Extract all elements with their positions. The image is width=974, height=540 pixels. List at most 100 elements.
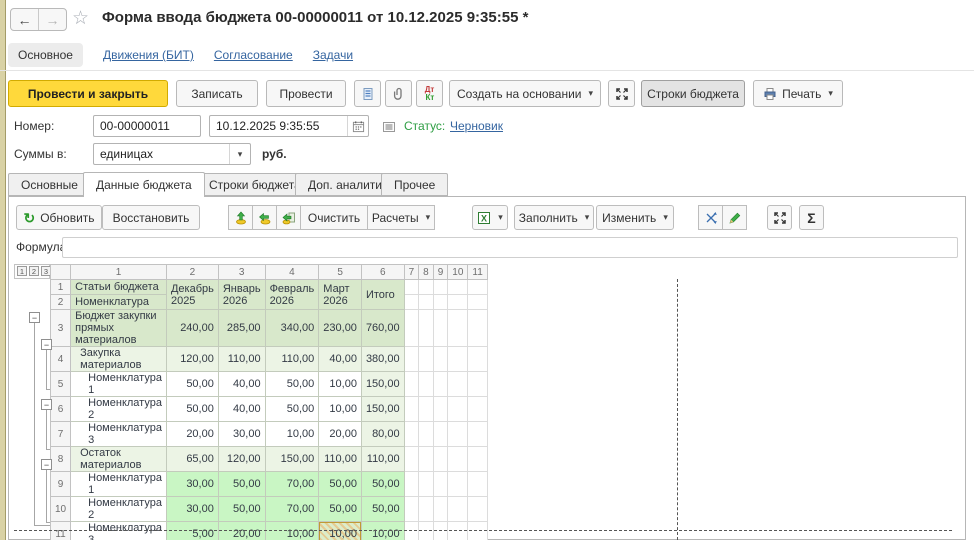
empty-cell[interactable]: [448, 347, 468, 372]
print-button[interactable]: Печать▾: [753, 80, 843, 107]
back-icon[interactable]: ←: [11, 9, 38, 30]
report-structure-button[interactable]: [354, 80, 381, 107]
empty-cell[interactable]: [404, 397, 419, 422]
clear-button[interactable]: Очистить: [300, 205, 368, 230]
grid-cell[interactable]: 110,00: [265, 347, 319, 372]
empty-cell[interactable]: [404, 447, 419, 472]
empty-cell[interactable]: [433, 347, 448, 372]
collapse-group-button[interactable]: −: [41, 339, 52, 350]
row-number-cell[interactable]: 2: [51, 295, 71, 310]
empty-cell[interactable]: [419, 497, 434, 522]
grid-cell[interactable]: 50,00: [265, 372, 319, 397]
tab-other[interactable]: Прочее: [381, 173, 448, 196]
date-field[interactable]: 10.12.2025 9:35:55: [209, 115, 369, 137]
month-header-cell[interactable]: Март 2026: [319, 280, 362, 310]
grid-cell[interactable]: 10,00: [319, 397, 362, 422]
month-header-cell[interactable]: Итого: [361, 280, 404, 310]
row-label-cell[interactable]: Номенклатура 2: [71, 497, 167, 522]
post-and-close-button[interactable]: Провести и закрыть: [8, 80, 168, 107]
empty-cell[interactable]: [448, 422, 468, 447]
empty-cell[interactable]: [433, 310, 448, 347]
month-header-cell[interactable]: Январь 2026: [218, 280, 265, 310]
empty-cell[interactable]: [468, 422, 487, 447]
refresh-button[interactable]: ↻Обновить: [16, 205, 102, 230]
grid-cell[interactable]: 70,00: [265, 472, 319, 497]
nav-tab-tasks[interactable]: Задачи: [313, 48, 353, 62]
fill-button[interactable]: Заполнить▾: [514, 205, 594, 230]
empty-cell[interactable]: [433, 295, 448, 310]
grid-cell[interactable]: 760,00: [361, 310, 404, 347]
empty-cell[interactable]: [448, 280, 468, 295]
grid-cell[interactable]: 340,00: [265, 310, 319, 347]
tab-budget-data[interactable]: Данные бюджета: [83, 172, 205, 197]
col-header-cell[interactable]: 3: [218, 265, 265, 280]
empty-cell[interactable]: [448, 472, 468, 497]
grid-cell[interactable]: 65,00: [166, 447, 218, 472]
sums-unit-select[interactable]: единицах ▾: [93, 143, 251, 165]
nav-tab-movements[interactable]: Движения (БИТ): [103, 48, 194, 62]
grid-cell[interactable]: 110,00: [361, 447, 404, 472]
grid-cell[interactable]: 50,00: [319, 472, 362, 497]
sum-button[interactable]: Σ: [799, 205, 824, 230]
grid-cell[interactable]: 50,00: [218, 472, 265, 497]
empty-cell[interactable]: [419, 447, 434, 472]
row-label-cell[interactable]: Закупка материалов: [71, 347, 167, 372]
grid-cell[interactable]: 230,00: [319, 310, 362, 347]
grid-cell[interactable]: 30,00: [166, 497, 218, 522]
corner-cell[interactable]: [51, 265, 71, 280]
forward-icon[interactable]: →: [38, 9, 66, 30]
group-level-button[interactable]: 1: [17, 266, 27, 276]
empty-cell[interactable]: [404, 280, 419, 295]
grid-cell[interactable]: 20,00: [319, 422, 362, 447]
empty-cell[interactable]: [433, 280, 448, 295]
empty-cell[interactable]: [468, 497, 487, 522]
grid-cell[interactable]: 285,00: [218, 310, 265, 347]
row-label-cell[interactable]: Номенклатура 1: [71, 472, 167, 497]
grid-cell[interactable]: 10,00: [319, 372, 362, 397]
col-header-cell[interactable]: 4: [265, 265, 319, 280]
row-number-cell[interactable]: 1: [51, 280, 71, 295]
grid-cell[interactable]: 150,00: [361, 397, 404, 422]
empty-cell[interactable]: [448, 497, 468, 522]
empty-cell[interactable]: [404, 372, 419, 397]
grid-cell[interactable]: 50,00: [265, 397, 319, 422]
restore-button[interactable]: Восстановить: [102, 205, 200, 230]
grid-cell[interactable]: 40,00: [218, 372, 265, 397]
empty-cell[interactable]: [404, 310, 419, 347]
grid-cell[interactable]: 50,00: [319, 497, 362, 522]
empty-cell[interactable]: [433, 497, 448, 522]
empty-cell[interactable]: [433, 472, 448, 497]
create-based-on-button[interactable]: Создать на основании▾: [449, 80, 601, 107]
grid-cell[interactable]: 30,00: [166, 472, 218, 497]
excel-export-button[interactable]: X ▾: [472, 205, 508, 230]
empty-cell[interactable]: [468, 310, 487, 347]
status-value-link[interactable]: Черновик: [450, 119, 503, 133]
row-label-cell[interactable]: Остаток материалов: [71, 447, 167, 472]
grid-cell[interactable]: 40,00: [218, 397, 265, 422]
grid-cell[interactable]: 380,00: [361, 347, 404, 372]
grid-cell[interactable]: 50,00: [166, 397, 218, 422]
row-label-cell[interactable]: Номенклатура 2: [71, 397, 167, 422]
col-header-cell[interactable]: 1: [71, 265, 167, 280]
tab-main-data[interactable]: Основные: [8, 173, 91, 196]
empty-cell[interactable]: [433, 397, 448, 422]
collapse-group-button[interactable]: −: [29, 312, 40, 323]
attachments-button[interactable]: [385, 80, 412, 107]
grid-cell[interactable]: 150,00: [265, 447, 319, 472]
grid-cell[interactable]: 240,00: [166, 310, 218, 347]
empty-cell[interactable]: [419, 280, 434, 295]
empty-cell[interactable]: [448, 295, 468, 310]
load-from-document-button[interactable]: [276, 205, 301, 230]
distribute-button[interactable]: [698, 205, 723, 230]
empty-cell[interactable]: [433, 372, 448, 397]
empty-cell[interactable]: [433, 422, 448, 447]
col-header-cell[interactable]: 10: [448, 265, 468, 280]
nav-tab-main[interactable]: Основное: [8, 43, 83, 67]
nav-tab-approval[interactable]: Согласование: [214, 48, 293, 62]
grid-cell[interactable]: 20,00: [166, 422, 218, 447]
debit-credit-button[interactable]: ДтКт: [416, 80, 443, 107]
col-header-cell[interactable]: 11: [468, 265, 487, 280]
empty-cell[interactable]: [404, 472, 419, 497]
header-label-cell[interactable]: Номенклатура: [71, 295, 167, 310]
empty-cell[interactable]: [419, 397, 434, 422]
